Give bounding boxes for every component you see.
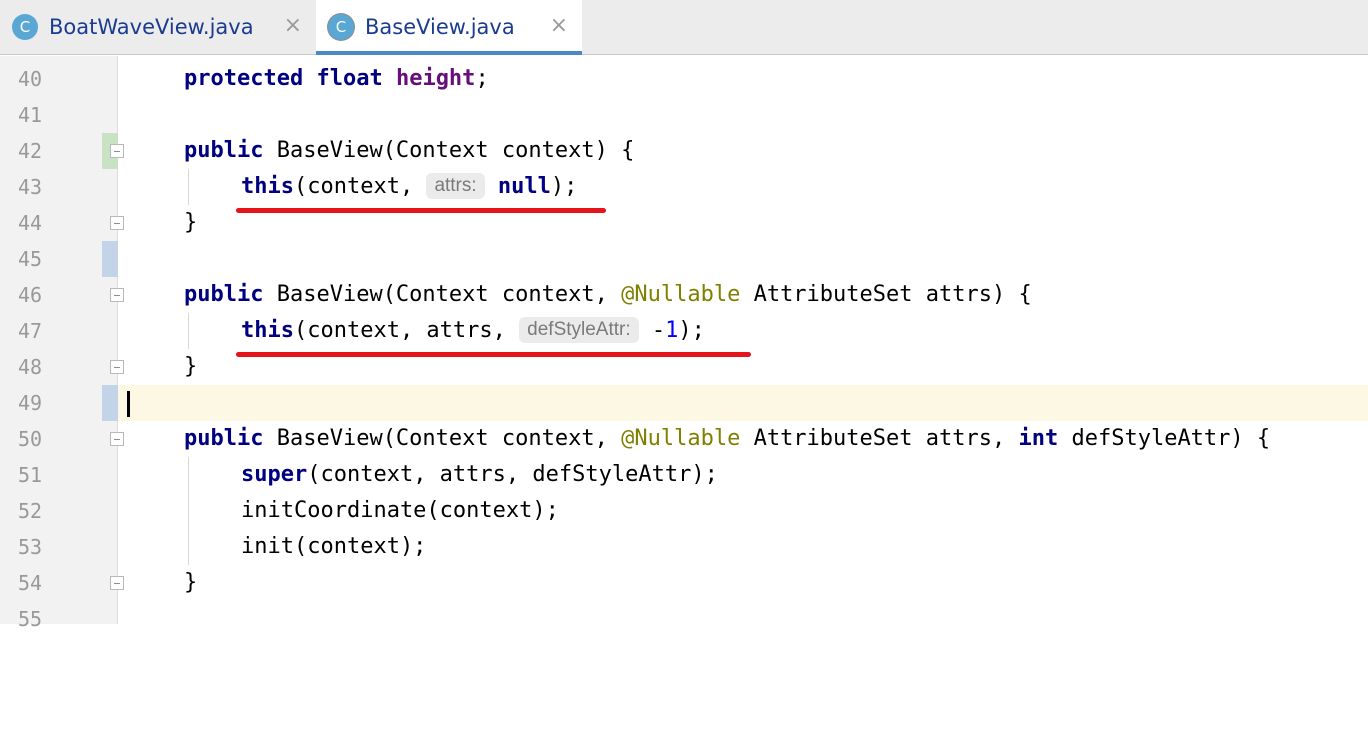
indent-guide <box>188 493 189 529</box>
line-number: 52 <box>18 499 43 523</box>
line-number: 49 <box>18 391 43 415</box>
line-number: 50 <box>18 427 43 451</box>
code-line[interactable]: 40 protected float height; <box>0 61 1368 169</box>
red-annotation-underline <box>236 208 606 213</box>
parameter-hint: defStyleAttr: <box>519 317 639 343</box>
line-number: 48 <box>18 355 43 379</box>
tab-label: BaseView.java <box>365 15 515 39</box>
code-text: public BaseView(Context context, @Nullab… <box>184 426 1271 451</box>
code-line[interactable]: 55 <box>0 601 1368 637</box>
code-text: this(context, attrs, defStyleAttr: -1); <box>241 317 705 343</box>
code-text: } <box>184 570 198 595</box>
code-line-current[interactable]: 49 <box>0 385 1368 421</box>
code-text: initCoordinate(context); <box>241 498 559 523</box>
fold-end-icon[interactable] <box>110 360 124 374</box>
code-line[interactable]: 51 super(context, attrs, defStyleAttr); <box>0 457 1368 493</box>
line-number: 42 <box>18 139 43 163</box>
code-line[interactable]: 54 } <box>0 565 1368 601</box>
text-caret <box>127 391 130 417</box>
fold-collapse-icon[interactable] <box>110 432 124 446</box>
code-text: } <box>184 210 198 235</box>
code-text: protected float height; <box>184 66 489 91</box>
code-line[interactable]: 53 init(context); <box>0 529 1368 565</box>
editor-tab-bar: C BoatWaveView.java × C BaseView.java × <box>0 0 1368 55</box>
code-line[interactable]: 42 public BaseView(Context context) { <box>0 133 1368 169</box>
fold-end-icon[interactable] <box>110 576 124 590</box>
code-line[interactable]: 50 public BaseView(Context context, @Nul… <box>0 421 1368 457</box>
line-number: 47 <box>18 319 43 343</box>
code-text: } <box>184 354 198 379</box>
code-text: init(context); <box>241 534 427 559</box>
close-icon[interactable]: × <box>550 13 568 38</box>
code-text: this(context, attrs: null); <box>241 173 578 199</box>
line-number: 40 <box>18 67 43 91</box>
fold-collapse-icon[interactable] <box>110 144 124 158</box>
parameter-hint: attrs: <box>426 173 485 199</box>
tab-boatwaveview[interactable]: C BoatWaveView.java × <box>0 0 316 54</box>
code-line[interactable]: 45 <box>0 241 1368 277</box>
line-number: 41 <box>18 103 43 127</box>
indent-guide <box>188 457 189 493</box>
code-line[interactable]: 47 this(context, attrs, defStyleAttr: -1… <box>0 313 1368 421</box>
close-icon[interactable]: × <box>284 13 302 38</box>
line-number: 43 <box>18 175 43 199</box>
code-text: public BaseView(Context context, @Nullab… <box>184 282 1032 307</box>
code-line[interactable]: 43 this(context, attrs: null); <box>0 169 1368 277</box>
line-number: 46 <box>18 283 43 307</box>
java-class-icon: C <box>12 14 38 40</box>
tab-baseview[interactable]: C BaseView.java × <box>316 0 582 55</box>
indent-guide <box>188 169 189 205</box>
line-number: 55 <box>18 607 43 631</box>
code-line[interactable]: 44 } <box>0 205 1368 241</box>
code-text: super(context, attrs, defStyleAttr); <box>241 462 718 487</box>
fold-collapse-icon[interactable] <box>110 288 124 302</box>
line-number: 53 <box>18 535 43 559</box>
code-editor[interactable]: 40 protected float height; 41 42 public … <box>0 61 1368 637</box>
fold-end-icon[interactable] <box>110 216 124 230</box>
code-text: public BaseView(Context context) { <box>184 138 635 163</box>
line-number: 45 <box>18 247 43 271</box>
code-line[interactable]: 41 <box>0 97 1368 133</box>
code-line[interactable]: 46 public BaseView(Context context, @Nul… <box>0 277 1368 313</box>
indent-guide <box>188 313 189 349</box>
code-line[interactable]: 52 initCoordinate(context); <box>0 493 1368 529</box>
line-number: 44 <box>18 211 43 235</box>
tab-label: BoatWaveView.java <box>49 15 254 39</box>
indent-guide <box>188 529 189 565</box>
line-number: 54 <box>18 571 43 595</box>
java-class-icon: C <box>328 14 354 40</box>
red-annotation-underline <box>236 352 751 357</box>
line-number: 51 <box>18 463 43 487</box>
